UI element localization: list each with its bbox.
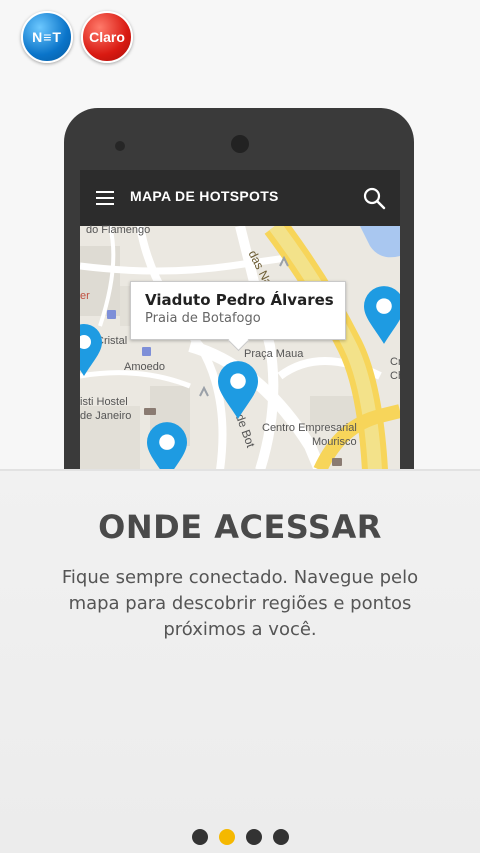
phone-speaker	[231, 135, 249, 153]
map-label: Centro Empresarial	[262, 422, 357, 434]
hotspot-pin-icon	[80, 324, 102, 376]
map-label: de Janeiro	[80, 410, 132, 422]
page-dot[interactable]	[273, 829, 289, 845]
phone-camera	[115, 141, 125, 151]
page-description: Fique sempre conectado. Navegue pelo map…	[61, 567, 419, 640]
hotspot-pin-icon	[218, 361, 258, 419]
net-logo: N≡T	[21, 11, 73, 63]
popup-title: Viaduto Pedro Álvares	[145, 291, 334, 309]
claro-logo: Claro	[81, 11, 133, 63]
page-indicator	[190, 829, 290, 845]
app-bar: MAPA DE HOTSPOTS	[80, 170, 400, 226]
search-icon	[363, 187, 386, 210]
page-dot[interactable]	[246, 829, 262, 845]
map-label: Praça Maua	[244, 348, 304, 360]
map-view: do Flamengo er Cristal Amoedo isti Hoste…	[80, 224, 400, 470]
hotspot-pin-icon	[364, 286, 400, 344]
illustration-area: N≡T Claro MAPA DE HOTSPOTS do Flamengo e…	[0, 0, 480, 470]
map-label: Ch	[390, 370, 400, 382]
map-label: er	[80, 290, 90, 302]
hotspot-pin-icon	[147, 422, 187, 470]
map-label: Cr	[390, 356, 400, 368]
map-label: Amoedo	[124, 361, 165, 373]
menu-icon	[96, 191, 114, 205]
page-dot-active[interactable]	[219, 829, 235, 845]
hotspot-popup: Viaduto Pedro Álvares Praia de Botafogo	[130, 281, 346, 352]
map-label: isti Hostel	[80, 396, 128, 408]
map-label: Mourisco	[312, 436, 357, 448]
popup-subtitle: Praia de Botafogo	[145, 311, 261, 326]
phone-mockup: MAPA DE HOTSPOTS do Flamengo er Cristal …	[64, 108, 414, 470]
phone-screen: MAPA DE HOTSPOTS do Flamengo er Cristal …	[80, 170, 400, 470]
app-bar-title: MAPA DE HOTSPOTS	[130, 188, 279, 204]
map-label: do Flamengo	[86, 224, 151, 236]
page-title: ONDE ACESSAR	[98, 508, 382, 546]
page-dot[interactable]	[192, 829, 208, 845]
